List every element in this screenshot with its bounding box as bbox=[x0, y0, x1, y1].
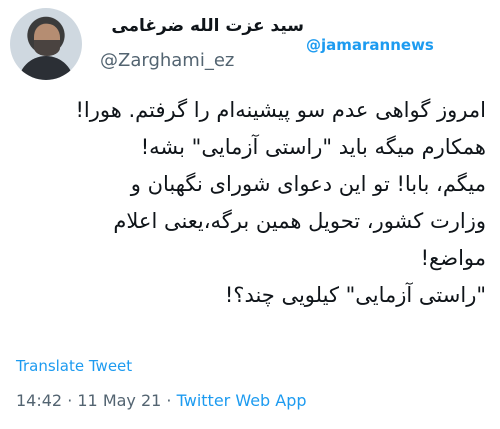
author-avatar[interactable] bbox=[10, 8, 82, 80]
author-name[interactable]: سید عزت الله ضرغامی bbox=[111, 16, 304, 36]
tweet-line: "راستی آزمایی" کیلویی چند؟! bbox=[224, 283, 486, 307]
author-handle[interactable]: @Zarghami_ez bbox=[100, 50, 234, 71]
tweet-line: همکارم میگه باید "راستی آزمایی" بشه! bbox=[140, 135, 486, 159]
tweet-line: میگم، بابا! تو این دعوای شورای نگهبان و bbox=[130, 172, 486, 196]
tweet-line: امروز گواهی عدم سو پیشینه‌ام را گرفتم. ه… bbox=[75, 98, 486, 122]
avatar-suit bbox=[18, 56, 74, 80]
tweet-source-link[interactable]: Twitter Web App bbox=[177, 391, 307, 410]
tweet-time[interactable]: 14:42 bbox=[16, 391, 62, 410]
tweet-line: وزارت کشور، تحویل همین برگه،یعنی اعلام bbox=[113, 209, 486, 233]
meta-separator: · bbox=[62, 391, 78, 410]
tweet-text: امروز گواهی عدم سو پیشینه‌ام را گرفتم. ه… bbox=[11, 92, 486, 314]
tweet-meta: 14:42 · 11 May 21 · Twitter Web App bbox=[16, 391, 307, 410]
avatar-beard bbox=[34, 40, 60, 56]
tweet-line: مواضع! bbox=[420, 246, 486, 270]
translate-tweet-link[interactable]: Translate Tweet bbox=[16, 357, 132, 375]
meta-separator: · bbox=[161, 391, 177, 410]
tweet-date[interactable]: 11 May 21 bbox=[77, 391, 161, 410]
watermark-text: @jamarannews bbox=[306, 36, 434, 54]
